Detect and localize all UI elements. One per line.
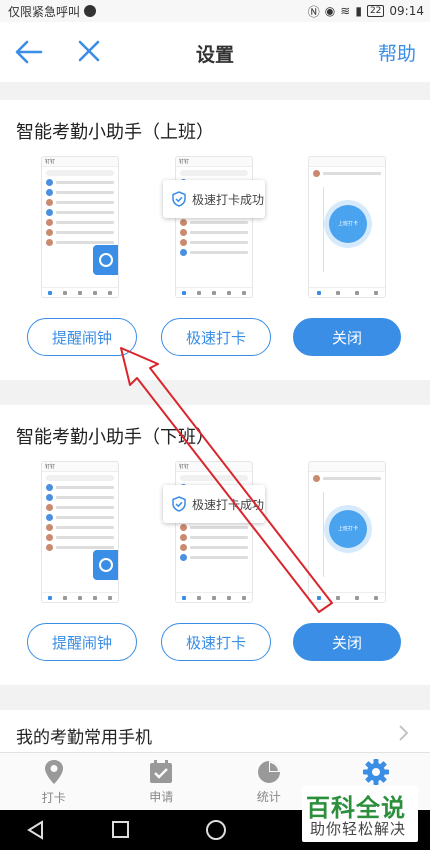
system-home-icon[interactable]: [206, 820, 226, 840]
status-bar: 仅限紧急呼叫 Ⓝ ◉ ≋ ▮ 22 09:14: [0, 0, 430, 22]
quick-punch-button[interactable]: 极速打卡: [161, 623, 271, 661]
clock-time: 09:14: [389, 4, 424, 18]
tab-label: 统计: [256, 789, 281, 804]
chevron-right-icon: [399, 725, 409, 741]
close-assistant-button[interactable]: 关闭: [293, 318, 401, 356]
carrier-text: 仅限紧急呼叫: [8, 4, 81, 19]
shield-check-icon: [172, 191, 186, 207]
punch-page-preview-image: 上班打卡: [308, 461, 386, 603]
alarm-preview-image: 钉钉: [41, 156, 119, 298]
quick-punch-preview-image: 钉钉: [175, 461, 253, 603]
toast-text: 极速打卡成功: [192, 192, 265, 207]
signal-icon: ▮: [355, 4, 362, 18]
quick-punch-button[interactable]: 极速打卡: [161, 318, 271, 356]
back-arrow-icon[interactable]: [14, 37, 44, 67]
punch-success-toast: 极速打卡成功: [163, 485, 265, 523]
nfc-icon: Ⓝ: [307, 4, 320, 19]
close-icon[interactable]: [76, 38, 102, 64]
location-pin-icon: [44, 759, 63, 784]
common-phone-label: 我的考勤常用手机: [16, 728, 152, 748]
shield-check-icon: [172, 496, 186, 512]
tab-label: 打卡: [41, 790, 66, 805]
system-back-icon[interactable]: [26, 820, 46, 840]
clock-in-assistant-section: 智能考勤小助手（上班） 钉钉 钉钉 上班打卡 极速打卡成功 提醒闹钟 极速打卡 …: [0, 100, 430, 380]
section-title: 智能考勤小助手（下班）: [16, 427, 214, 448]
pie-chart-icon: [257, 760, 280, 783]
clock-out-assistant-section: 智能考勤小助手（下班） 钉钉 钉钉 上班打卡 极速打卡成功 提醒闹钟 极速打卡 …: [0, 405, 430, 685]
gear-icon: [363, 758, 390, 785]
toast-text: 极速打卡成功: [192, 497, 265, 512]
system-recent-apps-icon[interactable]: [112, 821, 129, 838]
tab-apply[interactable]: 申请: [108, 753, 216, 810]
tab-punch[interactable]: 打卡: [0, 753, 108, 810]
calendar-check-icon: [150, 759, 173, 783]
eye-icon: ◉: [324, 4, 336, 18]
baike-watermark-logo: 百科全说 助你轻松解决: [302, 786, 418, 842]
nav-bar: 设置 帮助: [0, 22, 430, 82]
alarm-preview-image: 钉钉: [41, 461, 119, 603]
location-status-icon: [84, 5, 97, 17]
punch-success-toast: 极速打卡成功: [163, 180, 265, 218]
battery-icon: 22: [366, 5, 385, 17]
help-button[interactable]: 帮助: [378, 39, 416, 66]
page-title: 设置: [195, 44, 234, 66]
close-assistant-button[interactable]: 关闭: [293, 623, 401, 661]
section-title: 智能考勤小助手（上班）: [16, 122, 214, 143]
watermark-subtitle: 助你轻松解决: [310, 820, 407, 838]
wifi-icon: ≋: [340, 4, 351, 18]
quick-punch-preview-image: 钉钉: [175, 156, 253, 298]
alarm-reminder-button[interactable]: 提醒闹钟: [27, 318, 137, 356]
punch-page-preview-image: 上班打卡: [308, 156, 386, 298]
tab-label: 申请: [149, 789, 174, 804]
alarm-reminder-button[interactable]: 提醒闹钟: [27, 623, 137, 661]
common-phone-row[interactable]: 我的考勤常用手机: [0, 710, 430, 756]
